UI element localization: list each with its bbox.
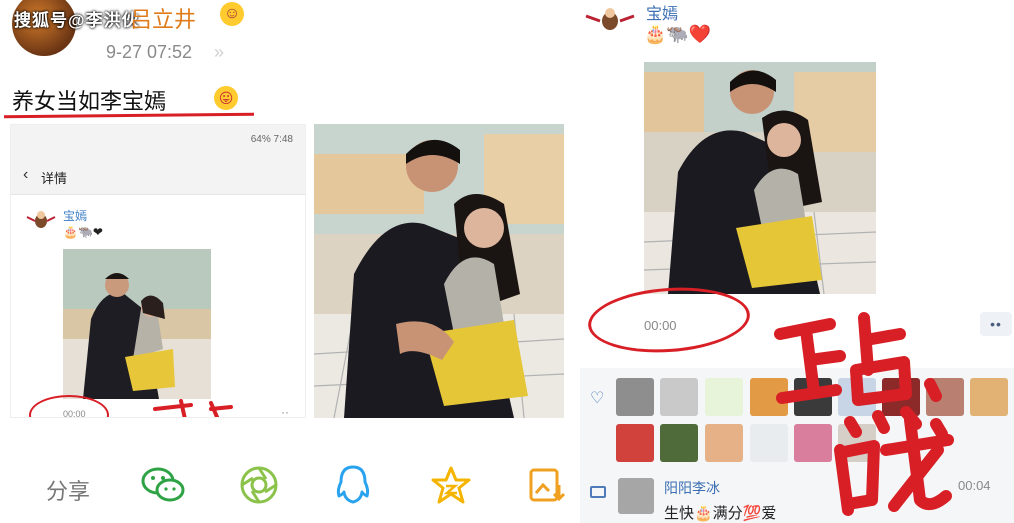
poster-emojis: 🎂🐃❤️ xyxy=(644,24,712,44)
like-avatar[interactable] xyxy=(970,378,1008,416)
share-label: 分享 xyxy=(46,479,91,504)
embedded-phone-screenshot: 64% 7:48 ‹ 详情 宝嫣 🎂🐃❤ 00:00 ·· xyxy=(10,124,306,418)
back-arrow-icon[interactable]: ‹ xyxy=(23,166,28,184)
poster-emojis: 🎂🐃❤ xyxy=(63,225,103,239)
qzone-icon[interactable] xyxy=(428,462,474,508)
heart-icon: ♡ xyxy=(590,390,605,407)
post-timestamp: 9-27 07:52 xyxy=(106,42,193,62)
like-avatar[interactable] xyxy=(616,424,654,462)
poster-name[interactable]: 宝嫣 xyxy=(63,207,87,224)
more-options-icon[interactable]: ·· xyxy=(281,405,289,417)
post-headline: 养女当如李宝嫣 xyxy=(12,90,167,115)
tongue-emoji-icon: 😛 xyxy=(214,86,238,110)
nav-title: 详情 xyxy=(41,171,68,186)
post-photo-thumbnail[interactable] xyxy=(63,249,211,399)
author-badge-icon: ☺ xyxy=(220,2,244,26)
poster-name[interactable]: 宝嫣 xyxy=(646,0,678,24)
status-bar-text: 64% 7:48 xyxy=(250,134,293,145)
wechat-icon[interactable] xyxy=(140,462,186,508)
chevron-right-icon[interactable]: » xyxy=(214,42,224,63)
like-avatar[interactable] xyxy=(705,424,743,462)
annotation-handwriting xyxy=(774,312,954,516)
poster-avatar-icon[interactable] xyxy=(25,209,57,231)
post-photo-original[interactable] xyxy=(644,62,876,294)
commenter-avatar[interactable] xyxy=(618,478,654,514)
qq-icon[interactable] xyxy=(330,462,376,508)
like-avatar[interactable] xyxy=(660,424,698,462)
watermark-text: 搜狐号@李洪伙 xyxy=(14,11,140,30)
more-options-icon[interactable]: •• xyxy=(980,312,1012,336)
save-image-icon[interactable] xyxy=(524,462,570,508)
annotation-scribble xyxy=(153,399,233,417)
like-avatar[interactable] xyxy=(660,378,698,416)
post-photo-large[interactable] xyxy=(314,124,564,418)
annotation-circle xyxy=(585,282,753,358)
like-avatar[interactable] xyxy=(705,378,743,416)
commenter-name[interactable]: 阳阳李冰 xyxy=(664,478,720,498)
author-name[interactable]: 吕立井 xyxy=(130,2,196,34)
like-avatar[interactable] xyxy=(616,378,654,416)
status-bar: 64% 7:48 xyxy=(11,125,305,155)
poster-avatar-icon[interactable] xyxy=(584,6,636,32)
comment-text: 生快🎂满分💯爱 xyxy=(664,505,777,522)
comment-icon xyxy=(590,486,606,498)
nav-bar: ‹ 详情 xyxy=(11,155,305,195)
moments-icon[interactable] xyxy=(236,462,282,508)
